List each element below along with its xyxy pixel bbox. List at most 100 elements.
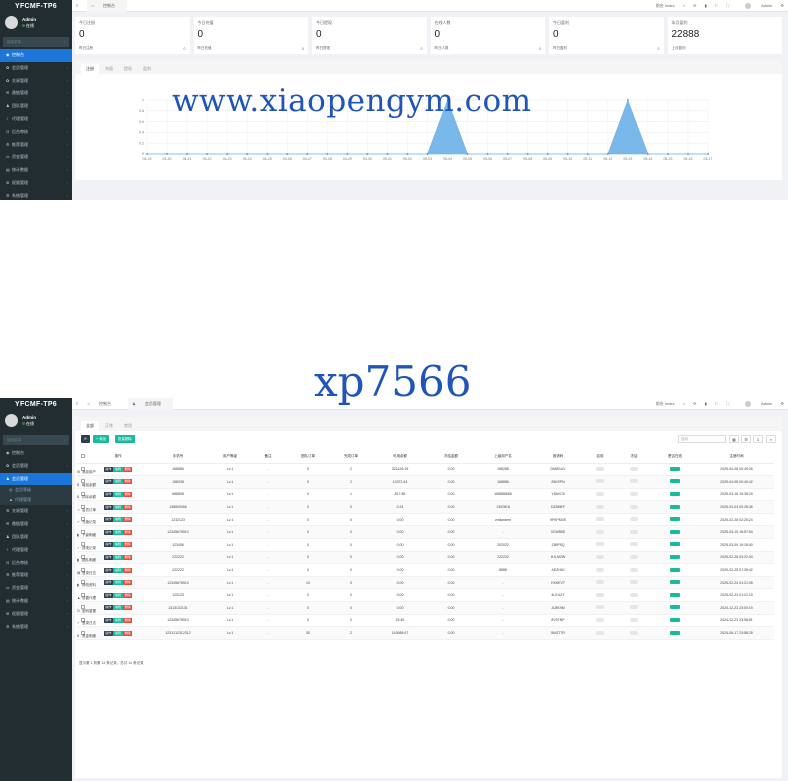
toolbar-icon[interactable]: ⌂ bbox=[683, 401, 685, 406]
enable-switch[interactable] bbox=[596, 517, 604, 522]
row-menu-item[interactable]: ✓ 充值记录 bbox=[77, 516, 96, 529]
sidebar-item[interactable]: ✉ 邀链管理 ‹ bbox=[0, 87, 72, 100]
freeze-switch[interactable] bbox=[630, 554, 638, 559]
sidebar-item[interactable]: ⚙ 系统管理 ‹ bbox=[0, 190, 72, 200]
sidebar-item[interactable]: ◉ 控制台 bbox=[0, 447, 72, 460]
tab-2[interactable]: 禁用 bbox=[119, 421, 137, 431]
freeze-switch[interactable] bbox=[630, 491, 638, 496]
sidebar-item[interactable]: ⚙ 推荐管理 ‹ bbox=[0, 569, 72, 582]
enable-switch[interactable] bbox=[596, 592, 604, 597]
sidebar-item[interactable]: ✿ 交易管理 ‹ bbox=[0, 75, 72, 88]
menu-toggle-icon[interactable]: ≡ bbox=[76, 3, 78, 8]
sidebar-search-input[interactable]: 搜索菜单 ⌕ bbox=[3, 435, 69, 445]
sidebar-item[interactable]: ⚙ 系统管理 ‹ bbox=[0, 621, 72, 634]
column-header[interactable]: 团队订单 bbox=[285, 450, 331, 464]
enable-switch[interactable] bbox=[596, 466, 604, 471]
freeze-switch[interactable] bbox=[630, 517, 638, 522]
delete-button[interactable]: 删除 bbox=[123, 466, 133, 472]
tab-2[interactable]: 提现 bbox=[119, 64, 137, 74]
delete-button[interactable]: 删除 bbox=[123, 592, 133, 598]
sidebar-item[interactable]: ◉ 控制台 bbox=[0, 49, 72, 62]
edit-button[interactable]: 编辑 bbox=[113, 592, 123, 598]
batch-delete-button[interactable]: 批量删除 bbox=[115, 435, 135, 443]
enable-switch[interactable] bbox=[596, 605, 604, 610]
tab-3[interactable]: 盈利 bbox=[138, 64, 156, 74]
freeze-switch[interactable] bbox=[630, 630, 638, 635]
table-row[interactable]: 操作 编辑 删除 12345678910 Lv.1-10 0 0.00 0.00- HXKEVT… bbox=[77, 576, 774, 590]
search-icon[interactable]: ⌕ bbox=[64, 37, 66, 47]
edit-button[interactable]: 编辑 bbox=[113, 630, 123, 636]
table-row[interactable]: 操作 编辑 删除 123456 Lv.1-0 0 0.00 0.00 202022 J3BP5Q 2… bbox=[77, 538, 774, 552]
table-row[interactable]: 操作 编辑 删除 123123 Lv.1-0 0 0.00 0.00-4LEUZY 2025-0… bbox=[77, 588, 774, 603]
delete-button[interactable]: 删除 bbox=[123, 630, 133, 636]
column-header[interactable]: 完成订单 bbox=[331, 450, 371, 464]
avatar[interactable] bbox=[5, 16, 18, 29]
more-actions-button[interactable]: 操作 bbox=[103, 554, 113, 560]
edit-button[interactable]: 编辑 bbox=[113, 605, 123, 611]
row-menu-item[interactable]: ▮ 修改资料 bbox=[77, 579, 96, 592]
toolbar-icon[interactable]: ▮ bbox=[704, 3, 706, 8]
delete-button[interactable]: 删除 bbox=[123, 542, 133, 548]
delete-button[interactable]: 删除 bbox=[123, 617, 133, 623]
more-actions-button[interactable]: 操作 bbox=[103, 466, 113, 472]
edit-button[interactable]: 编辑 bbox=[113, 479, 123, 485]
delete-button[interactable]: 删除 bbox=[123, 554, 133, 560]
table-row[interactable]: 操作 编辑 删除 1313132131 Lv.1-0 0 0.00 0.00- JU5K9M 20… bbox=[77, 601, 774, 615]
toolbar-icon[interactable]: ⌂ bbox=[683, 3, 685, 8]
sidebar-item[interactable]: ↕ 代理管理 ‹ bbox=[0, 113, 72, 126]
refresh-button[interactable]: ⟳ bbox=[81, 435, 90, 443]
frontend-link[interactable]: 前台 Index bbox=[656, 401, 675, 406]
row-menu-item[interactable]: $ 增加余额 bbox=[77, 479, 96, 492]
user-menu[interactable]: Admin bbox=[737, 2, 772, 9]
table-row[interactable]: 操作 编辑 删除 222222 Lv.1-0 0 0.00 0.00 222222 HJLM2W 2… bbox=[77, 551, 774, 565]
delete-button[interactable]: 删除 bbox=[123, 529, 133, 535]
delete-button[interactable]: 删除 bbox=[123, 517, 133, 523]
row-menu-item[interactable]: ⚙ 添加用户 bbox=[77, 466, 96, 479]
tab-members[interactable]: ♟ 会员管理 bbox=[128, 398, 173, 410]
row-menu-item[interactable]: $ 资金明细 bbox=[77, 630, 96, 643]
enable-switch[interactable] bbox=[596, 491, 604, 496]
brand-logo[interactable]: YFCMF-TP6 bbox=[0, 398, 72, 411]
sidebar-item[interactable]: ✿ 会员管理 ‹ bbox=[0, 460, 72, 473]
brand-logo[interactable]: YFCMF-TP6 bbox=[0, 0, 72, 13]
frontend-link[interactable]: 前台 Index bbox=[656, 3, 675, 8]
edit-button[interactable]: 编辑 bbox=[113, 580, 123, 586]
edit-button[interactable]: 编辑 bbox=[113, 491, 123, 497]
freeze-switch[interactable] bbox=[630, 592, 638, 597]
sidebar-item[interactable]: ▤ 统计数据 ‹ bbox=[0, 164, 72, 177]
sidebar-item[interactable]: ♟ 团队管理 ‹ bbox=[0, 100, 72, 113]
table-row[interactable]: 操作 编辑 删除 12345678910 Lv.1-0 0 0.00 0.00-3CWB5E 2… bbox=[77, 525, 774, 540]
menu-toggle-icon[interactable]: ≡ bbox=[76, 401, 78, 406]
delete-button[interactable]: 删除 bbox=[123, 504, 133, 510]
enable-switch[interactable] bbox=[596, 567, 604, 572]
row-menu-item[interactable]: ▮ 团队明细 bbox=[77, 554, 96, 567]
edit-button[interactable]: 编辑 bbox=[113, 567, 123, 573]
more-actions-button[interactable]: 操作 bbox=[103, 479, 113, 485]
enable-switch[interactable] bbox=[596, 580, 604, 585]
sidebar-item[interactable]: ✿ 会员管理 ‹ bbox=[0, 62, 72, 75]
freeze-switch[interactable] bbox=[630, 580, 638, 585]
column-header[interactable]: 操作 bbox=[89, 450, 147, 464]
toolbar-icon[interactable]: ⚐ bbox=[715, 3, 719, 8]
toolbar-icon[interactable]: ⟳ bbox=[693, 3, 696, 8]
settings-icon[interactable]: ⚙ bbox=[780, 401, 784, 406]
row-menu-item[interactable]: $ 扣除余额 bbox=[77, 491, 96, 504]
grid-view-icon[interactable]: ▦ bbox=[729, 435, 739, 443]
edit-button[interactable]: 编辑 bbox=[113, 542, 123, 548]
avatar[interactable] bbox=[5, 414, 18, 427]
delete-button[interactable]: 删除 bbox=[123, 491, 133, 497]
toolbar-icon[interactable]: ⟳ bbox=[693, 401, 696, 406]
select-all-checkbox[interactable] bbox=[81, 453, 85, 458]
sidebar-item[interactable]: ♟ 团队管理 ‹ bbox=[0, 531, 72, 544]
freeze-switch[interactable] bbox=[630, 617, 638, 622]
toolbar-icon[interactable]: ▮ bbox=[704, 401, 706, 406]
column-header[interactable]: 备注 bbox=[251, 450, 285, 464]
sidebar-item[interactable]: ⊞ 权限管理 ‹ bbox=[0, 177, 72, 190]
edit-button[interactable]: 编辑 bbox=[113, 517, 123, 523]
tab-0[interactable]: 全部 bbox=[81, 421, 99, 431]
more-actions-button[interactable]: 操作 bbox=[103, 630, 113, 636]
more-actions-button[interactable]: 操作 bbox=[103, 542, 113, 548]
sidebar-item[interactable]: ⚙ 推荐管理 ‹ bbox=[0, 139, 72, 152]
sidebar-item[interactable]: ✉ 邀链管理 ‹ bbox=[0, 518, 72, 531]
sidebar-item[interactable]: ↕ 代理管理 ‹ bbox=[0, 544, 72, 557]
